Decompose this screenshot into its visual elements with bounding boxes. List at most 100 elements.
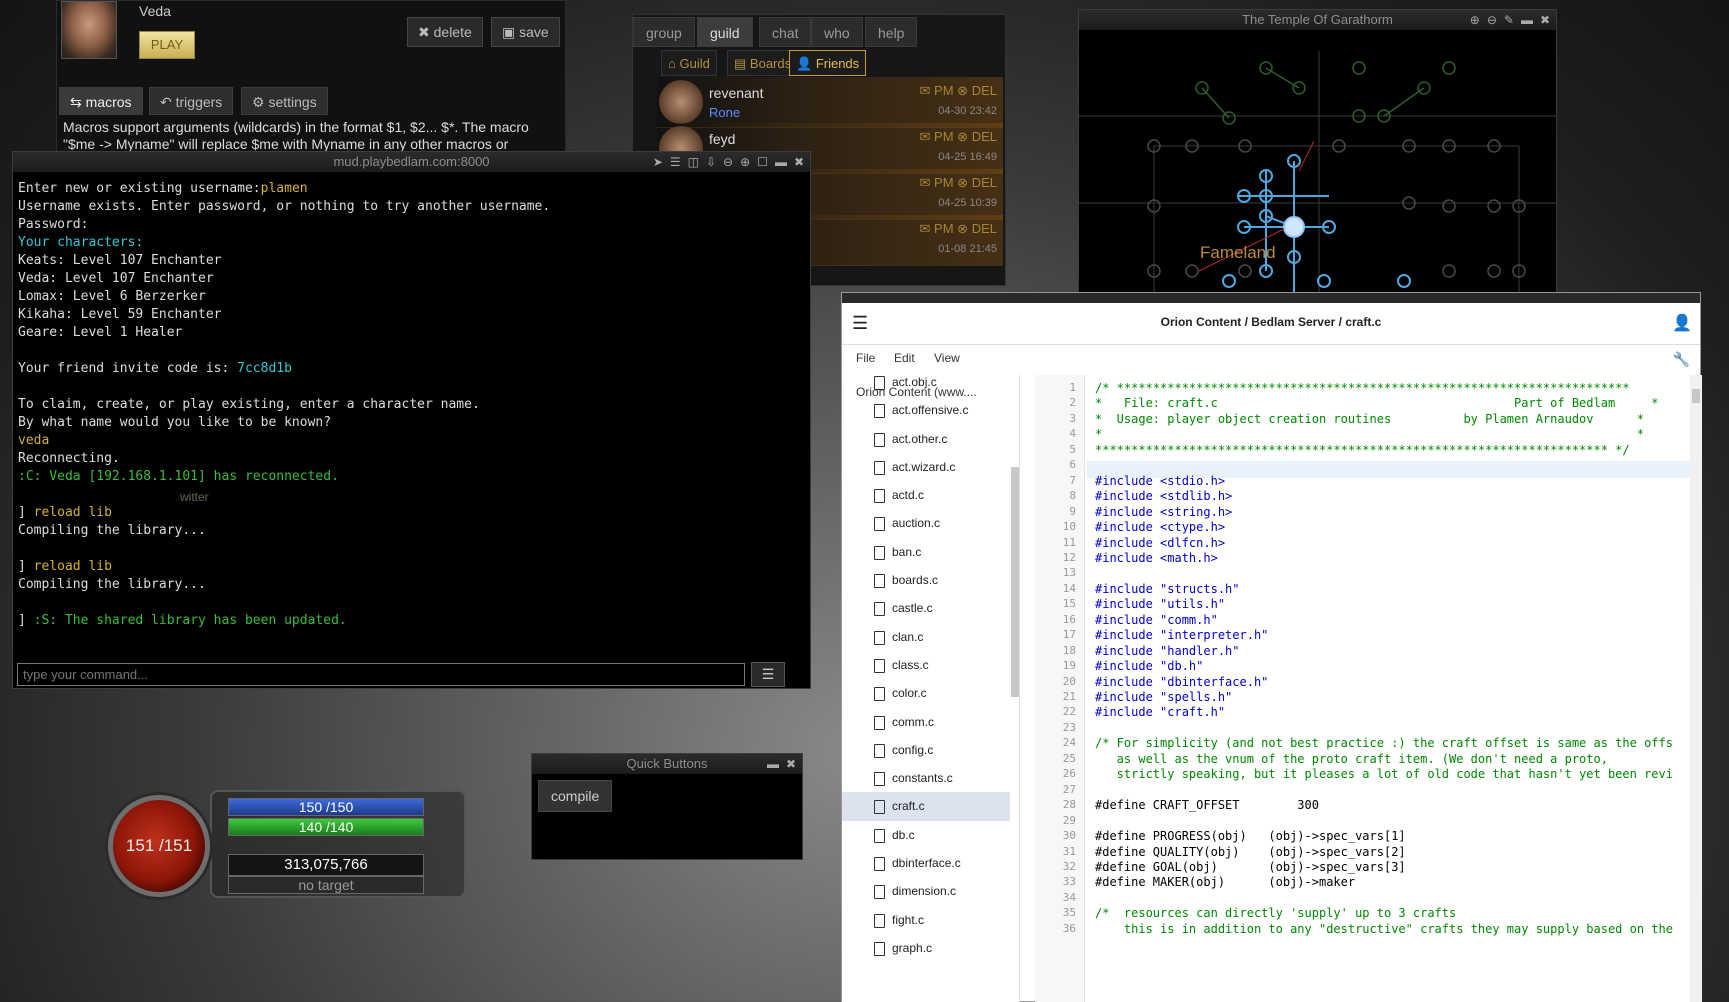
tab-triggers[interactable]: ↶ triggers [149, 87, 234, 115]
file-item[interactable]: dbinterface.c [842, 849, 1010, 877]
minimize-icon[interactable]: ▬ [775, 152, 787, 172]
tab-help[interactable]: help [865, 17, 918, 47]
line-number: 10 [1062, 520, 1076, 534]
zoom-in-icon[interactable]: ⊕ [740, 152, 750, 172]
file-item[interactable]: class.c [842, 651, 1010, 679]
menu-view[interactable]: View [934, 351, 960, 365]
tab-group[interactable]: group [633, 17, 695, 47]
close-icon[interactable]: ✖ [794, 152, 804, 172]
file-item[interactable]: fight.c [842, 906, 1010, 934]
close-icon[interactable]: ✖ [786, 754, 796, 774]
terminal-output[interactable]: Enter new or existing username:plamen Use… [18, 180, 808, 650]
subtab-boards[interactable]: ▤ Boards [727, 50, 799, 76]
tab-settings[interactable]: ⚙ settings [241, 87, 328, 115]
tab-guild[interactable]: guild [697, 17, 753, 47]
file-item[interactable]: boards.c [842, 566, 1010, 594]
file-item[interactable]: auction.c [842, 509, 1010, 537]
quick-titlebar[interactable]: Quick Buttons ▬ ✖ [532, 754, 802, 774]
file-item[interactable]: craft.c [842, 792, 1010, 821]
minimize-icon[interactable]: ▬ [767, 754, 779, 774]
split-icon[interactable]: ◫ [688, 152, 699, 172]
subtab-friends[interactable]: 👤 Friends [789, 50, 867, 76]
user-icon[interactable]: 👤 [1672, 313, 1692, 333]
pm-button[interactable]: ✉ PM [920, 221, 954, 236]
file-icon [874, 941, 885, 956]
map-rooms-near [1222, 154, 1411, 295]
send-icon[interactable]: ➤ [653, 152, 663, 172]
minimize-icon[interactable]: ▬ [1521, 10, 1533, 30]
terminal-line: By what name would you like to be known? [18, 415, 332, 430]
file-tree: Orion Content (www.... act.obj.c act.offe… [842, 375, 1020, 1002]
quick-buttons-window: Quick Buttons ▬ ✖ compile [531, 753, 803, 860]
del-button[interactable]: ⊗ DEL [957, 221, 997, 236]
del-button[interactable]: ⊗ DEL [957, 83, 997, 98]
profile-panel: Veda PLAY ✖ delete ▣ save ⇆ macros ↶ tri… [56, 0, 566, 170]
zoom-out-icon[interactable]: ⊖ [723, 152, 733, 172]
file-item[interactable]: db.c [842, 821, 1010, 849]
file-item[interactable]: config.c [842, 736, 1010, 764]
code-titlebar[interactable] [842, 293, 1700, 303]
file-item[interactable]: ban.c [842, 538, 1010, 566]
zoom-out-icon[interactable]: ⊖ [1487, 10, 1497, 30]
play-button[interactable]: PLAY [139, 31, 195, 59]
map-titlebar[interactable]: The Temple Of Garathorm ⊕ ⊖ ✎ ▬ ✖ [1079, 10, 1556, 30]
terminal-line: veda [18, 433, 50, 448]
file-item[interactable]: dimension.c [842, 877, 1010, 905]
editor-scroll-thumb[interactable] [1692, 389, 1700, 403]
pm-button[interactable]: ✉ PM [920, 129, 954, 144]
save-button[interactable]: ▣ save [491, 17, 560, 47]
file-item[interactable]: color.c [842, 679, 1010, 707]
del-button[interactable]: ⊗ DEL [957, 175, 997, 190]
editor-scrollbar[interactable] [1690, 375, 1702, 1002]
wrench-icon[interactable]: 🔧 [1673, 351, 1690, 368]
friend-row[interactable]: revenant Rone ✉ PM ⊗ DEL 04-30 23:42 [657, 77, 1003, 128]
file-item[interactable]: act.obj.c [842, 375, 1010, 396]
pm-button[interactable]: ✉ PM [920, 83, 954, 98]
file-item[interactable]: comm.c [842, 708, 1010, 736]
code-line: #include "structs.h" [1095, 581, 1240, 596]
code-line: strictly speaking, but it pleases a lot … [1095, 767, 1673, 782]
file-item[interactable]: act.offensive.c [842, 396, 1010, 424]
file-item[interactable]: actd.c [842, 481, 1010, 509]
file-item[interactable]: graph.c [842, 934, 1010, 962]
code-editor[interactable]: 1 2 3 4 5 6 7 8 9 10 11 12 13 14 15 16 17 18 19 20 21 22 23 24 2… [1035, 375, 1702, 1002]
maximize-icon[interactable]: ☐ [757, 152, 768, 172]
line-number: 9 [1069, 504, 1076, 518]
line-number: 12 [1062, 550, 1076, 564]
file-name: clan.c [892, 629, 924, 644]
tab-macros[interactable]: ⇆ macros [59, 87, 143, 115]
file-item[interactable]: act.other.c [842, 425, 1010, 453]
line-number: 31 [1062, 844, 1076, 858]
menu-file[interactable]: File [856, 351, 875, 365]
delete-button[interactable]: ✖ delete [407, 17, 483, 47]
zoom-in-icon[interactable]: ⊕ [1470, 10, 1480, 30]
menu-edit[interactable]: Edit [894, 351, 915, 365]
friend-actions: ✉ PM ⊗ DEL [920, 83, 997, 99]
command-input[interactable] [17, 663, 745, 686]
tab-who[interactable]: who [811, 17, 863, 47]
terminal-titlebar[interactable]: mud.playbedlam.com:8000 ➤ ☰ ◫ ⇩ ⊖ ⊕ ☐ ▬ … [13, 152, 810, 172]
download-icon[interactable]: ⇩ [706, 152, 716, 172]
pm-button[interactable]: ✉ PM [920, 175, 954, 190]
compile-button[interactable]: compile [538, 780, 613, 812]
terminal-line: :C: Veda [192.168.1.101] has reconnected… [18, 469, 339, 484]
subtab-guild[interactable]: ⌂ Guild [661, 50, 717, 76]
file-item[interactable]: clan.c [842, 623, 1010, 651]
line-number: 26 [1062, 767, 1076, 781]
close-icon[interactable]: ✖ [1540, 10, 1550, 30]
target-display: no target [228, 876, 424, 894]
character-avatar[interactable] [61, 1, 117, 59]
command-menu-button[interactable]: ☰ [751, 662, 785, 687]
list-icon[interactable]: ☰ [670, 152, 681, 172]
file-tree-scrollbar[interactable] [1011, 467, 1019, 697]
del-button[interactable]: ⊗ DEL [957, 129, 997, 144]
file-item[interactable]: act.wizard.c [842, 453, 1010, 481]
code-line: * Usage: player object creation routines… [1095, 411, 1645, 426]
edit-icon[interactable]: ✎ [1504, 10, 1514, 30]
file-icon [874, 743, 885, 758]
file-item[interactable]: constants.c [842, 764, 1010, 792]
map-canvas[interactable]: Fameland [1079, 31, 1556, 295]
tab-chat[interactable]: chat [759, 17, 812, 47]
file-item[interactable]: castle.c [842, 594, 1010, 622]
